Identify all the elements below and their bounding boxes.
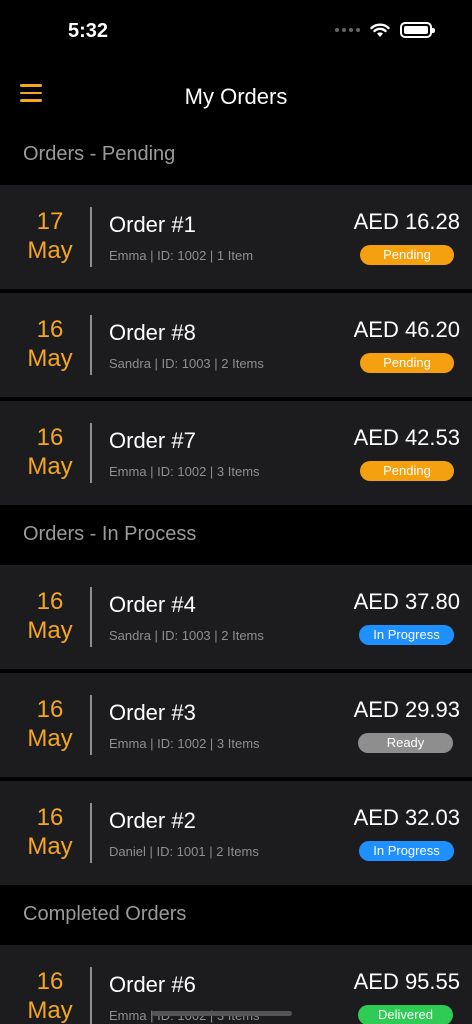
order-day: 16: [36, 804, 64, 831]
order-month: May: [27, 617, 73, 644]
order-title: Order #7: [109, 428, 196, 453]
vertical-divider: [90, 207, 92, 267]
vertical-divider: [90, 423, 92, 483]
vertical-divider: [90, 315, 92, 375]
vertical-divider: [90, 695, 92, 755]
home-indicator[interactable]: [152, 1011, 292, 1016]
cellular-signal-icon: [335, 28, 360, 32]
order-day: 16: [36, 424, 64, 451]
order-day: 16: [36, 968, 64, 995]
vertical-divider: [90, 803, 92, 863]
order-title: Order #2: [109, 808, 196, 833]
order-row[interactable]: 16 May Order #8 Sandra | ID: 1003 | 2 Items…: [0, 293, 472, 397]
order-meta: Sandra | ID: 1003 | 2 Items: [109, 356, 264, 371]
order-month: May: [27, 725, 73, 752]
status-badge: Pending: [360, 461, 454, 481]
order-title: Order #4: [109, 592, 196, 617]
section-header: Completed Orders: [23, 903, 187, 925]
order-date: 16 May: [0, 803, 100, 861]
order-meta: Emma | ID: 1002 | 1 Item: [109, 248, 254, 263]
status-badge: Pending: [360, 353, 454, 373]
order-month: May: [27, 345, 73, 372]
order-row[interactable]: 16 May Order #3 Emma | ID: 1002 | 3 Items AE…: [0, 673, 472, 777]
vertical-divider: [90, 967, 92, 1024]
section-header: Orders - Pending: [23, 143, 176, 165]
order-day: 17: [36, 208, 64, 235]
order-date: 16 May: [0, 587, 100, 645]
order-amount: AED 95.55: [353, 969, 460, 994]
order-month: May: [27, 997, 73, 1024]
order-meta: Emma | ID: 1002 | 3 Items: [109, 736, 260, 751]
status-badge: Delivered: [358, 1005, 453, 1024]
order-amount: AED 29.93: [353, 697, 460, 722]
order-amount: AED 16.28: [353, 209, 460, 234]
order-meta: Emma | ID: 1002 | 3 Items: [109, 464, 260, 479]
page-title: My Orders: [184, 84, 288, 109]
order-month: May: [27, 237, 73, 264]
order-title: Order #8: [109, 320, 196, 345]
nav-bar: My Orders: [0, 72, 472, 120]
vertical-divider: [90, 587, 92, 647]
wifi-icon: [370, 23, 390, 37]
order-day: 16: [36, 696, 64, 723]
section-header: Orders - In Process: [23, 523, 197, 545]
battery-icon: [400, 22, 435, 38]
status-time: 5:32: [68, 20, 109, 42]
order-meta: Sandra | ID: 1003 | 2 Items: [109, 628, 264, 643]
status-badge: In Progress: [359, 841, 454, 861]
order-day: 16: [36, 316, 64, 343]
order-date: 16 May: [0, 315, 100, 373]
status-icons: [335, 22, 435, 38]
order-row[interactable]: 16 May Order #7 Emma | ID: 1002 | 3 Items AE…: [0, 401, 472, 505]
status-bar: 5:32: [0, 0, 472, 60]
order-date: 16 May: [0, 695, 100, 753]
order-amount: AED 42.53: [353, 425, 460, 450]
order-day: 16: [36, 588, 64, 615]
status-badge: In Progress: [359, 625, 454, 645]
order-month: May: [27, 453, 73, 480]
order-month: May: [27, 833, 73, 860]
order-row[interactable]: 17 May Order #1 Emma | ID: 1002 | 1 Item AED…: [0, 185, 472, 289]
order-meta: Daniel | ID: 1001 | 2 Items: [109, 844, 259, 859]
order-date: 17 May: [0, 207, 100, 265]
order-row[interactable]: 16 May Order #4 Sandra | ID: 1003 | 2 Items…: [0, 565, 472, 669]
order-title: Order #3: [109, 700, 196, 725]
order-amount: AED 37.80: [353, 589, 460, 614]
order-amount: AED 46.20: [353, 317, 460, 342]
status-badge: Pending: [360, 245, 454, 265]
status-badge: Ready: [358, 733, 453, 753]
order-title: Order #1: [109, 212, 196, 237]
order-date: 16 May: [0, 967, 100, 1024]
order-date: 16 May: [0, 423, 100, 481]
order-title: Order #6: [109, 972, 196, 997]
order-amount: AED 32.03: [353, 805, 460, 830]
order-row[interactable]: 16 May Order #2 Daniel | ID: 1001 | 2 Items…: [0, 781, 472, 885]
